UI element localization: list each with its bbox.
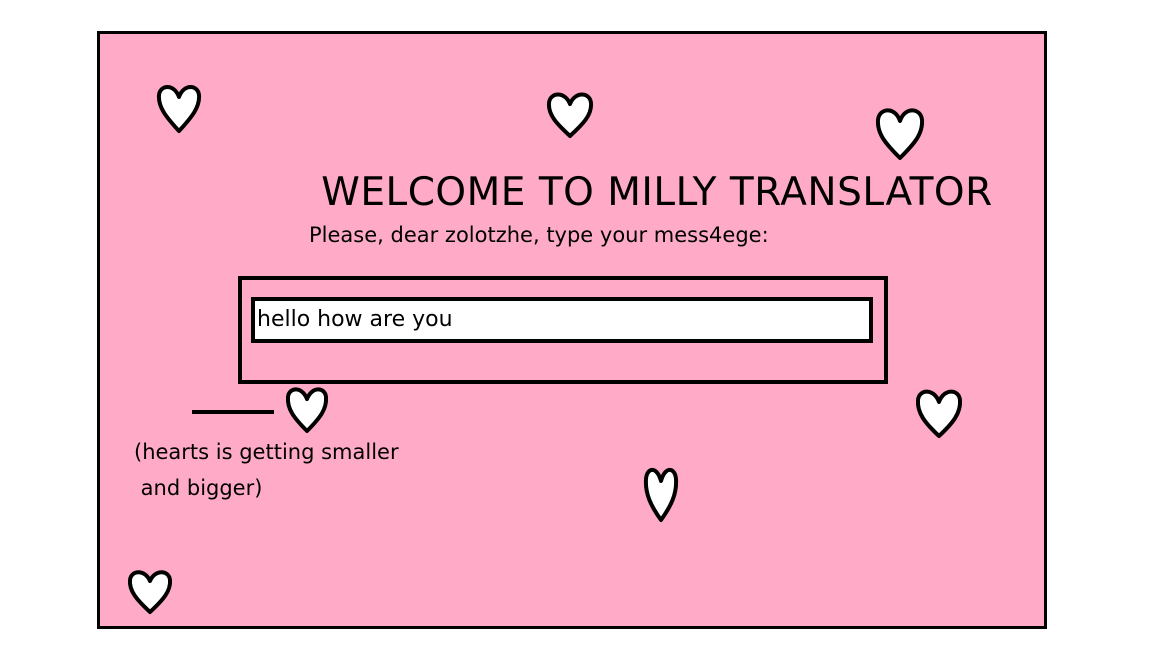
hearts-note-line-1: (hearts is getting smaller: [134, 440, 399, 464]
heart-icon: [127, 567, 173, 615]
heart-icon: [285, 384, 329, 434]
heart-icon: [156, 81, 202, 135]
heart-icon: [643, 464, 679, 524]
message-input[interactable]: [251, 297, 873, 343]
input-prompt: Please, dear zolotzhe, type your mess4eg…: [309, 223, 769, 247]
translator-card: WELCOME TO MILLY TRANSLATOR Please, dear…: [97, 31, 1047, 629]
input-frame: [238, 276, 888, 384]
pointer-line: [192, 410, 274, 414]
heart-icon: [546, 89, 594, 139]
hearts-note-line-2: and bigger): [134, 476, 263, 500]
hearts-note: (hearts is getting smaller and bigger): [134, 434, 399, 506]
page-title: WELCOME TO MILLY TRANSLATOR: [321, 170, 993, 215]
heart-icon: [875, 104, 925, 162]
heart-icon: [915, 386, 963, 440]
